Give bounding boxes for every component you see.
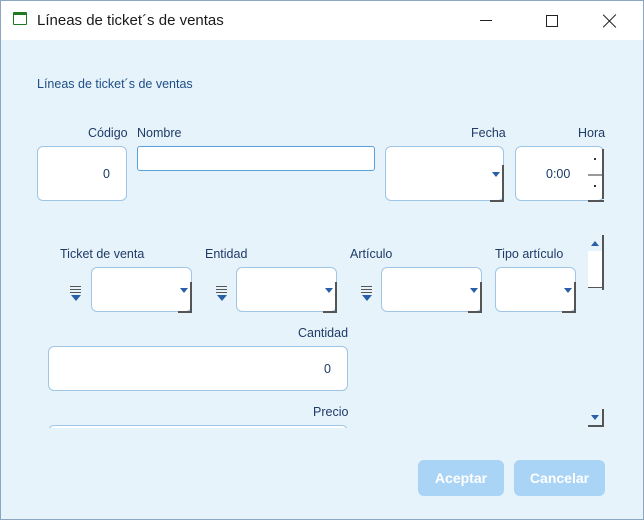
articulo-label: Artículo xyxy=(350,247,393,261)
entidad-combo[interactable] xyxy=(236,267,337,313)
chevron-down-icon[interactable] xyxy=(325,288,333,293)
nombre-input[interactable] xyxy=(137,146,375,171)
aceptar-button[interactable]: Aceptar xyxy=(418,460,504,496)
combo-edge xyxy=(490,200,504,202)
hora-label: Hora xyxy=(578,126,606,140)
scrollbar-thumb[interactable] xyxy=(588,251,602,288)
spin-edge xyxy=(602,149,604,199)
maximize-button[interactable] xyxy=(529,1,575,40)
entidad-label: Entidad xyxy=(205,247,248,261)
chevron-down-icon[interactable] xyxy=(180,288,188,293)
combo-edge xyxy=(335,282,337,312)
chevron-down-icon[interactable] xyxy=(492,172,500,177)
scroll-edge xyxy=(602,409,604,426)
combo-edge xyxy=(502,165,504,201)
form-area: Líneas de ticket´s de ventas Código 0 No… xyxy=(1,40,643,519)
articulo-combo[interactable] xyxy=(381,267,482,313)
hora-value: 0:00 xyxy=(546,167,571,181)
hora-spinner[interactable]: 0:00 xyxy=(515,146,604,202)
combo-edge xyxy=(574,282,576,312)
cantidad-value: 0 xyxy=(324,362,331,376)
combo-edge xyxy=(480,282,482,312)
dialog-window: Líneas de ticket´s de ventas Líneas de t… xyxy=(0,0,644,520)
maximize-icon xyxy=(546,14,558,27)
scroll-edge xyxy=(602,235,604,290)
close-icon xyxy=(603,14,617,28)
fecha-label: Fecha xyxy=(471,126,506,140)
list-selector-icon[interactable] xyxy=(359,285,373,301)
combo-edge xyxy=(178,311,192,313)
section-title: Líneas de ticket´s de ventas xyxy=(37,77,193,91)
fecha-picker[interactable] xyxy=(385,146,504,202)
codigo-label: Código xyxy=(88,126,128,140)
spin-edge xyxy=(588,200,604,202)
window-title: Líneas de ticket´s de ventas xyxy=(37,12,224,29)
codigo-field[interactable]: 0 xyxy=(37,146,127,201)
window-icon xyxy=(13,12,27,25)
close-button[interactable] xyxy=(587,1,633,40)
title-bar: Líneas de ticket´s de ventas xyxy=(1,1,643,40)
precio-label: Precio xyxy=(313,405,349,419)
tipo-articulo-label: Tipo artículo xyxy=(495,247,564,261)
ticket-label: Ticket de venta xyxy=(60,247,145,261)
tipo-articulo-combo[interactable] xyxy=(495,267,576,313)
minimize-icon xyxy=(480,20,492,21)
spin-down-icon[interactable] xyxy=(590,175,602,197)
list-selector-icon[interactable] xyxy=(214,285,228,301)
combo-edge xyxy=(468,311,482,313)
scroll-edge xyxy=(588,425,604,427)
codigo-value: 0 xyxy=(103,167,110,181)
list-selector-icon[interactable] xyxy=(68,285,82,301)
spin-divider xyxy=(588,174,602,176)
scroll-down-icon[interactable] xyxy=(591,415,599,420)
ticket-combo[interactable] xyxy=(91,267,192,313)
cantidad-label: Cantidad xyxy=(298,326,349,340)
nombre-label: Nombre xyxy=(137,126,182,140)
minimize-button[interactable] xyxy=(463,1,509,40)
scroll-up-icon[interactable] xyxy=(591,241,599,246)
chevron-down-icon[interactable] xyxy=(564,288,572,293)
cantidad-field[interactable]: 0 xyxy=(48,346,348,391)
combo-edge xyxy=(562,311,576,313)
combo-edge xyxy=(323,311,337,313)
chevron-down-icon[interactable] xyxy=(470,288,478,293)
precio-field-clipped[interactable] xyxy=(48,425,348,428)
combo-edge xyxy=(190,282,192,312)
vertical-scrollbar[interactable] xyxy=(587,235,605,427)
cancelar-button[interactable]: Cancelar xyxy=(514,460,605,496)
spin-up-icon[interactable] xyxy=(590,152,602,174)
